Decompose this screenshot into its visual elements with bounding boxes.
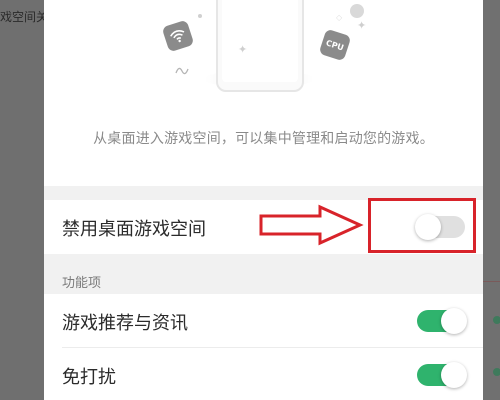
wifi-icon <box>161 19 195 53</box>
phone-screen <box>222 0 298 82</box>
cpu-label: CPU <box>324 37 346 53</box>
dot-decoration <box>198 14 202 18</box>
background-text: 戏空间关 <box>0 10 44 24</box>
hero-description: 从桌面进入游戏空间，可以集中管理和启动您的游戏。 <box>93 131 434 147</box>
game-recommendations-label: 游戏推荐与资讯 <box>62 313 188 334</box>
toggle-knob <box>441 308 467 334</box>
background-divider <box>483 281 500 282</box>
arrow-annotation <box>258 204 364 250</box>
sparkle-icon: ◇ <box>336 13 343 22</box>
game-recommendations-row[interactable]: 游戏推荐与资讯 <box>44 294 483 348</box>
toggle-knob <box>441 362 467 388</box>
squiggle-decoration <box>174 62 192 81</box>
background-right <box>483 0 500 400</box>
cpu-icon: CPU <box>318 28 352 62</box>
section-title: 功能项 <box>62 276 102 291</box>
background-toggle-fragment <box>493 316 500 324</box>
background-toggle-fragment <box>493 368 500 376</box>
disable-desktop-game-space-label: 禁用桌面游戏空间 <box>62 219 206 240</box>
hero-illustration: CPU ✦ ✦ ◇ 从桌面进入游戏空间，可以集中管理和启动您的游戏。 <box>44 0 483 186</box>
game-recommendations-toggle[interactable] <box>417 308 467 334</box>
highlight-box-annotation <box>368 198 476 253</box>
bubble-decoration <box>350 4 364 18</box>
sparkle-icon: ✦ <box>357 19 367 32</box>
phone-illustration <box>216 0 304 92</box>
do-not-disturb-row[interactable]: 免打扰 <box>44 348 483 400</box>
do-not-disturb-label: 免打扰 <box>62 367 116 388</box>
do-not-disturb-toggle[interactable] <box>417 362 467 388</box>
background-left <box>0 0 44 400</box>
section-header: 功能项 <box>44 254 483 294</box>
sparkle-icon: ✦ <box>238 43 248 56</box>
